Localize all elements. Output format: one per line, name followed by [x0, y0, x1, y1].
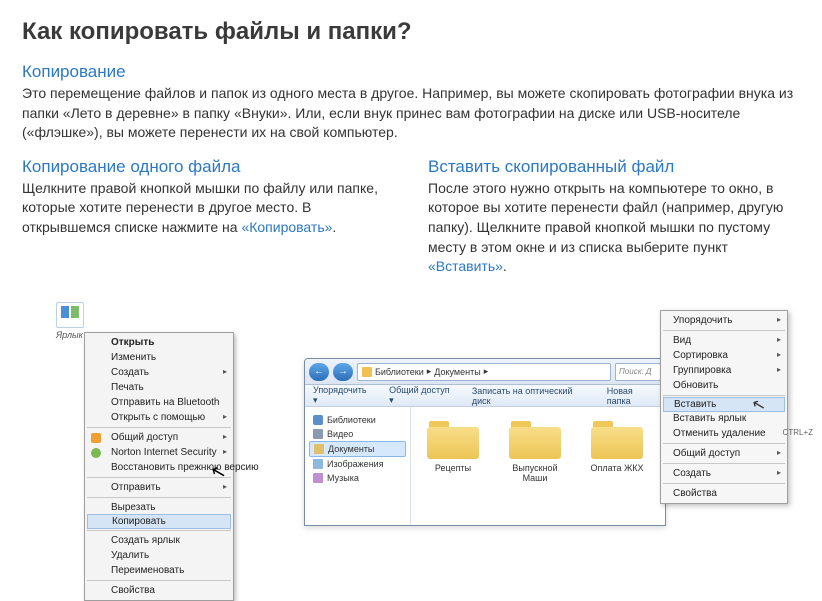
toolbar-share[interactable]: Общий доступ ▾	[389, 385, 454, 406]
menu-print[interactable]: Печать	[85, 380, 233, 395]
menu-separator	[87, 530, 231, 531]
share-icon	[91, 433, 101, 443]
doc-thumb-icon	[61, 306, 69, 318]
right-text-pre: После этого нужно открыть на компьютере …	[428, 180, 783, 255]
folder-label: Рецепты	[417, 463, 489, 473]
menu-copy[interactable]: Копировать	[87, 514, 231, 529]
menu2-refresh[interactable]: Обновить	[661, 378, 787, 393]
menu2-arrange[interactable]: Упорядочить	[661, 313, 787, 328]
menu2-properties[interactable]: Свойства	[661, 486, 787, 501]
menu-bluetooth[interactable]: Отправить на Bluetooth	[85, 395, 233, 410]
menu2-undo[interactable]: Отменить удалениеCTRL+Z	[661, 426, 787, 441]
menu-norton[interactable]: Norton Internet Security	[85, 445, 233, 460]
intro-text: Это перемещение файлов и папок из одного…	[22, 84, 800, 143]
toolbar-organize[interactable]: Упорядочить ▾	[313, 385, 371, 406]
address-bar[interactable]: Библиотеки ▸ Документы ▸	[357, 363, 611, 381]
desktop-file-icon[interactable]	[56, 302, 84, 328]
left-text-post: .	[332, 219, 336, 235]
breadcrumb-docs[interactable]: Документы	[434, 367, 480, 377]
menu-rename[interactable]: Переименовать	[85, 563, 233, 578]
sidebar-item-libraries[interactable]: Библиотеки	[309, 413, 406, 427]
chevron-right-icon: ▸	[427, 366, 432, 377]
menu-separator	[87, 477, 231, 478]
menu2-view[interactable]: Вид	[661, 333, 787, 348]
menu-open-with[interactable]: Открыть с помощью	[85, 410, 233, 425]
explorer-toolbar: Упорядочить ▾ Общий доступ ▾ Записать на…	[305, 385, 665, 407]
images-icon	[313, 459, 323, 469]
menu-edit[interactable]: Изменить	[85, 350, 233, 365]
music-icon	[313, 473, 323, 483]
explorer-sidebar: Библиотеки Видео Документы Изображения М…	[305, 407, 411, 525]
library-icon	[313, 415, 323, 425]
folder-label: Оплата ЖКХ	[581, 463, 653, 473]
menu-share[interactable]: Общий доступ	[85, 430, 233, 445]
menu-separator	[87, 497, 231, 498]
left-text: Щелкните правой кнопкой мышки по файлу и…	[22, 179, 394, 238]
menu-separator	[87, 427, 231, 428]
menu2-paste-shortcut[interactable]: Вставить ярлык	[661, 411, 787, 426]
menu-separator	[87, 580, 231, 581]
copy-link: «Копировать»	[241, 219, 332, 235]
page-title: Как копировать файлы и папки?	[22, 18, 800, 46]
sidebar-item-documents[interactable]: Документы	[309, 441, 406, 457]
folder-item[interactable]: Рецепты	[417, 417, 489, 515]
menu-create-shortcut[interactable]: Создать ярлык	[85, 533, 233, 548]
paste-link: «Вставить»	[428, 258, 503, 274]
menu-separator	[663, 463, 785, 464]
keyboard-shortcut: CTRL+Z	[783, 428, 813, 437]
desktop-icon-caption: Ярлык	[56, 330, 84, 340]
context-menu-empty: Упорядочить Вид Сортировка Группировка О…	[660, 310, 788, 504]
nav-back-button[interactable]: ←	[309, 363, 329, 381]
menu-create[interactable]: Создать	[85, 365, 233, 380]
menu2-sort[interactable]: Сортировка	[661, 348, 787, 363]
sidebar-item-images[interactable]: Изображения	[309, 457, 406, 471]
section-heading-intro: Копирование	[22, 62, 800, 82]
folder-label: Выпускной Маши	[499, 463, 571, 483]
folder-item[interactable]: Выпускной Маши	[499, 417, 571, 515]
chevron-right-icon: ▸	[484, 366, 489, 377]
menu-separator	[663, 443, 785, 444]
folder-icon	[591, 417, 643, 459]
search-input[interactable]: Поиск: Д	[615, 363, 661, 381]
right-text: После этого нужно открыть на компьютере …	[428, 179, 800, 277]
menu2-group[interactable]: Группировка	[661, 363, 787, 378]
menu-delete[interactable]: Удалить	[85, 548, 233, 563]
folder-icon	[362, 367, 372, 377]
explorer-window: ← → Библиотеки ▸ Документы ▸ Поиск: Д Уп…	[304, 358, 666, 526]
breadcrumb-lib[interactable]: Библиотеки	[375, 367, 424, 377]
menu-properties[interactable]: Свойства	[85, 583, 233, 598]
menu-separator	[663, 483, 785, 484]
menu-cut[interactable]: Вырезать	[85, 500, 233, 515]
section-heading-left: Копирование одного файла	[22, 157, 394, 177]
toolbar-new-folder[interactable]: Новая папка	[607, 386, 657, 406]
toolbar-burn[interactable]: Записать на оптический диск	[472, 386, 589, 406]
menu-separator	[663, 395, 785, 396]
documents-icon	[314, 444, 324, 454]
menu2-create[interactable]: Создать	[661, 466, 787, 481]
sidebar-item-music[interactable]: Музыка	[309, 471, 406, 485]
folder-icon	[509, 417, 561, 459]
video-icon	[313, 429, 323, 439]
folder-item[interactable]: Оплата ЖКХ	[581, 417, 653, 515]
menu-open[interactable]: Открыть	[85, 335, 233, 350]
menu2-share[interactable]: Общий доступ	[661, 446, 787, 461]
screenshot-left: Ярлык Открыть Изменить Создать Печать От…	[56, 302, 84, 340]
section-heading-right: Вставить скопированный файл	[428, 157, 800, 177]
explorer-navbar: ← → Библиотеки ▸ Документы ▸ Поиск: Д	[305, 359, 665, 385]
menu-separator	[663, 330, 785, 331]
sidebar-item-video[interactable]: Видео	[309, 427, 406, 441]
norton-icon	[91, 448, 101, 458]
nav-forward-button[interactable]: →	[333, 363, 353, 381]
explorer-content[interactable]: Рецепты Выпускной Маши Оплата ЖКХ	[411, 407, 665, 525]
right-text-post: .	[503, 258, 507, 274]
doc-thumb-icon	[71, 306, 79, 318]
folder-icon	[427, 417, 479, 459]
menu-send[interactable]: Отправить	[85, 480, 233, 495]
